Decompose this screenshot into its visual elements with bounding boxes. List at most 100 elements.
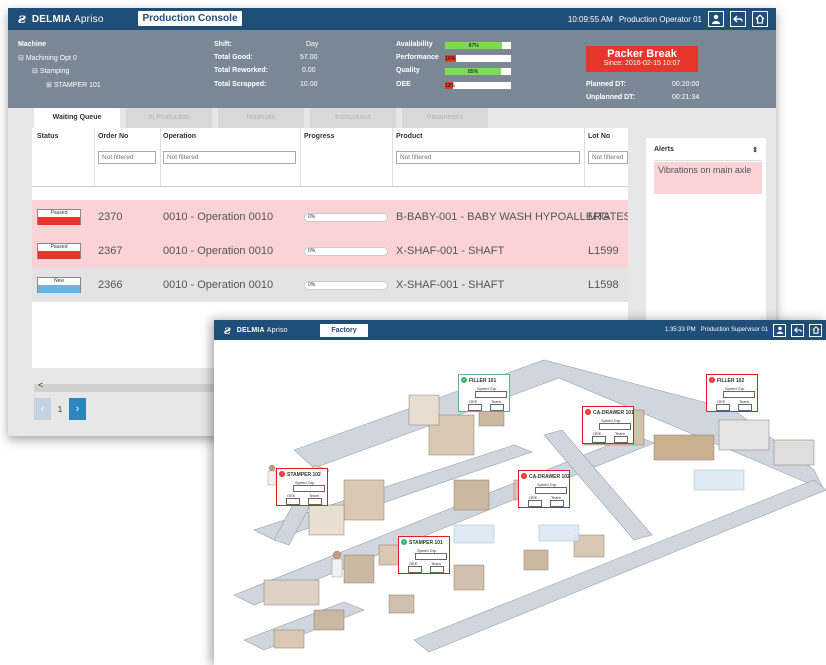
clock: 10:09:55 AM — [567, 14, 613, 24]
col-divider — [300, 128, 301, 186]
tile-oee-box — [592, 436, 606, 443]
lot-no: MTATEST — [588, 211, 628, 223]
operation: 0010 - Operation 0010 — [163, 211, 274, 223]
tab-materials[interactable]: Materials — [218, 108, 304, 128]
table-row[interactable]: Paused 2367 0010 - Operation 0010 0% X-S… — [32, 234, 628, 268]
tile-ca-drawer-101[interactable]: ! CA-DRAWER 101 Speed Grp OEE Team — [582, 406, 634, 444]
col-divider — [94, 128, 95, 186]
status-badge: Paused — [37, 243, 81, 259]
kpi-performance-fill: 16% — [445, 55, 456, 62]
col-status[interactable]: Status — [37, 133, 58, 140]
sort-icon[interactable]: ⇕ — [752, 146, 758, 154]
kpi-oee-label: OEE — [396, 81, 411, 88]
operation: 0010 - Operation 0010 — [163, 245, 274, 257]
machine-info-panel: Machine ⊟ Machining Opt 0 ⊟ Stamping ⊞ S… — [8, 30, 776, 108]
user-icon[interactable] — [773, 323, 786, 337]
alert-item[interactable]: Vibrations on main axle — [654, 162, 762, 194]
ds-logo-icon: ƨ — [18, 11, 26, 27]
kpi-performance-label: Performance — [396, 54, 439, 61]
home-icon[interactable] — [752, 11, 768, 27]
status-alarm-icon: ! — [279, 471, 285, 477]
status-label: New — [53, 278, 64, 284]
status-alarm-icon: ! — [585, 409, 591, 415]
user-icon[interactable] — [708, 11, 724, 27]
production-console-button[interactable]: Production Console — [138, 11, 242, 26]
status-alarm-icon: ! — [521, 473, 527, 479]
alarm-since: Since: 2016-02-15 10:07 — [603, 60, 681, 67]
horizontal-scrollbar[interactable] — [34, 384, 234, 392]
tile-oee-box — [468, 404, 482, 411]
kpi-oee-bar: 12% — [444, 81, 512, 90]
status-badge: Paused — [37, 209, 81, 225]
tab-waiting-queue[interactable]: Waiting Queue — [34, 108, 120, 128]
kpi-quality-bar: 85% — [444, 67, 512, 76]
factory-top-right: 1:35:33 PM Production Supervisor 01 — [665, 323, 822, 337]
tree-item-stamper-101[interactable]: ⊞ STAMPER 101 — [46, 81, 101, 89]
total-good-label: Total Good: — [214, 54, 253, 61]
col-lot-no[interactable]: Lot No — [588, 133, 610, 140]
ds-logo-icon: ƨ — [224, 323, 231, 337]
tile-team-box — [738, 404, 752, 411]
back-icon[interactable] — [730, 11, 746, 27]
next-page-button[interactable]: › — [69, 398, 86, 420]
tile-ca-drawer-102[interactable]: ! CA-DRAWER 102 Speed Grp OEE Team — [518, 470, 570, 508]
tile-stamper-102[interactable]: ! STAMPER 102 Speed Grp OEE Team — [276, 468, 328, 506]
filter-order-no[interactable] — [98, 151, 156, 164]
col-product[interactable]: Product — [396, 133, 422, 140]
progress-bar: 0% — [304, 213, 388, 222]
order-no: 2370 — [98, 211, 123, 223]
total-scrapped-value: 10.00 — [300, 81, 318, 88]
tab-instructions[interactable]: Instructions — [310, 108, 396, 128]
brand-name: DELMIA Apriso — [31, 13, 104, 25]
user-name: Production Supervisor 01 — [700, 327, 768, 333]
console-top-right: 10:09:55 AM Production Operator 01 — [568, 11, 768, 27]
col-order-no[interactable]: Order No — [98, 133, 128, 140]
tab-in-production[interactable]: In Production — [126, 108, 212, 128]
filter-product[interactable] — [396, 151, 580, 164]
tree-item-stamping[interactable]: ⊟ Stamping — [32, 67, 69, 75]
tile-speed-box — [475, 391, 507, 398]
lot-no: L1599 — [588, 245, 619, 257]
alarm-title: Packer Break — [607, 48, 677, 60]
brand-name: DELMIA Apriso — [236, 326, 288, 334]
tile-speed-box — [723, 391, 755, 398]
col-divider — [584, 128, 585, 186]
product: X-SHAF-001 - SHAFT — [396, 279, 505, 291]
col-progress[interactable]: Progress — [304, 133, 334, 140]
table-row[interactable]: Paused 2370 0010 - Operation 0010 0% B-B… — [32, 200, 628, 234]
home-icon[interactable] — [809, 323, 822, 337]
status-label: Paused — [50, 210, 68, 216]
scroll-left-arrow[interactable]: < — [38, 380, 43, 390]
factory-button[interactable]: Factory — [320, 324, 368, 337]
tile-title: STAMPER 102 — [287, 472, 321, 478]
tile-speed-box — [415, 553, 447, 560]
kpi-availability-bar: 87% — [444, 41, 512, 50]
back-icon[interactable] — [791, 323, 804, 337]
unplanned-dt-label: Unplanned DT: — [586, 94, 635, 101]
factory-window: ƨ DELMIA Apriso Factory 1:35:33 PM Produ… — [214, 320, 826, 665]
shift-value: Day — [306, 41, 319, 48]
table-row[interactable]: New 2366 0010 - Operation 0010 0% X-SHAF… — [32, 268, 628, 302]
status-ok-icon: ✓ — [401, 539, 407, 545]
alarm-packer-break[interactable]: Packer Break Since: 2016-02-15 10:07 — [586, 46, 698, 72]
filter-lot-no[interactable] — [588, 151, 628, 164]
status-badge: New — [37, 277, 81, 293]
tile-team-box — [308, 498, 322, 505]
col-operation[interactable]: Operation — [163, 133, 196, 140]
planned-dt-value: 00:20:00 — [672, 81, 700, 88]
progress-bar: 0% — [304, 281, 388, 290]
tile-stamper-101[interactable]: ✓ STAMPER 101 Speed Grp OEE Team — [398, 536, 450, 574]
kpi-quality-label: Quality — [396, 67, 420, 74]
factory-top-bar: ƨ DELMIA Apriso Factory 1:35:33 PM Produ… — [214, 320, 826, 340]
console-brand: ƨ DELMIA Apriso — [18, 11, 104, 27]
tile-speed-box — [599, 423, 631, 430]
alerts-header[interactable]: Alerts ⇕ — [654, 146, 762, 161]
tile-filler-101[interactable]: ✓ FILLER 101 Speed Grp OEE Team — [458, 374, 510, 412]
machine-tree-header: Machine — [18, 41, 47, 48]
tile-filler-102[interactable]: ! FILLER 102 Speed Grp OEE Team — [706, 374, 758, 412]
prev-page-button[interactable]: ‹ — [34, 398, 51, 420]
shift-label: Shift: — [214, 41, 232, 48]
tab-parameters[interactable]: Parameters — [402, 108, 488, 128]
tree-item-machining[interactable]: ⊟ Machining Opt 0 — [18, 54, 77, 62]
filter-operation[interactable] — [163, 151, 296, 164]
